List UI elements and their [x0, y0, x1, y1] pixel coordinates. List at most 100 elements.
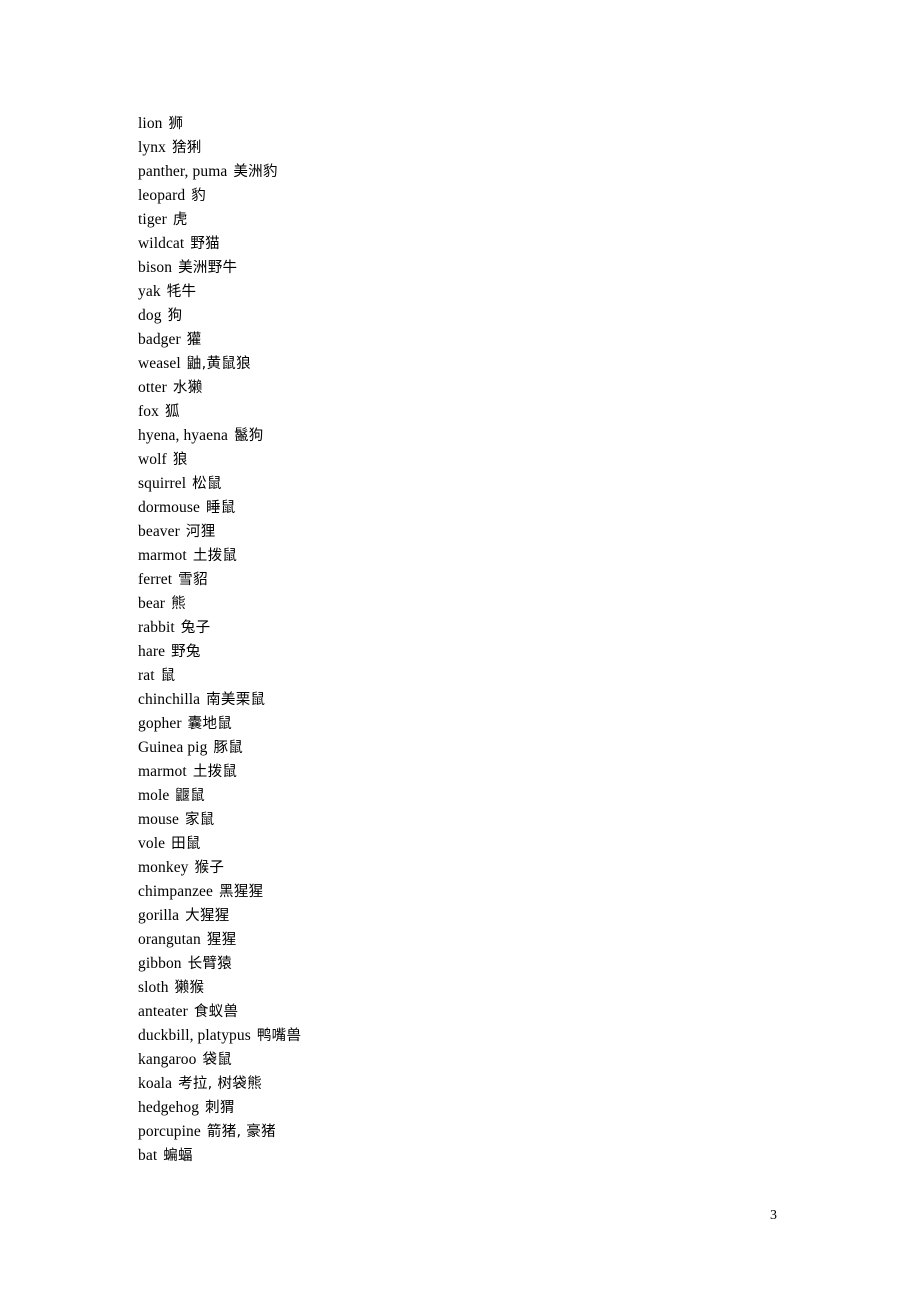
vocab-entry: squirrel 松鼠 — [138, 472, 778, 496]
vocab-entry: rabbit 兔子 — [138, 616, 778, 640]
vocab-gloss: 牦牛 — [166, 284, 197, 300]
vocab-entry: gorilla 大猩猩 — [138, 904, 778, 928]
vocab-term: leopard — [138, 187, 186, 204]
vocab-term: yak — [138, 283, 161, 300]
vocab-term: bison — [138, 259, 173, 276]
vocab-term: hyena, hyaena — [138, 427, 228, 444]
vocab-entry: kangaroo 袋鼠 — [138, 1048, 778, 1072]
vocab-entry: gopher 囊地鼠 — [138, 712, 778, 736]
vocab-gloss: 虎 — [172, 212, 188, 228]
vocab-entry: badger 獾 — [138, 328, 778, 352]
vocab-gloss: 獭猴 — [174, 980, 205, 996]
vocab-gloss: 狗 — [167, 308, 183, 324]
vocab-term: hedgehog — [138, 1099, 200, 1116]
vocab-entry: anteater 食蚁兽 — [138, 1000, 778, 1024]
vocab-gloss: 美洲野牛 — [178, 260, 238, 276]
vocab-gloss: 狼 — [172, 452, 188, 468]
vocab-gloss: 猩猩 — [206, 932, 237, 948]
vocab-entry: lynx 猞猁 — [138, 136, 778, 160]
vocab-term: bat — [138, 1147, 158, 1164]
vocab-term: gopher — [138, 715, 182, 732]
vocab-entry: hare 野兔 — [138, 640, 778, 664]
vocab-term: dog — [138, 307, 162, 324]
vocab-entry: hyena, hyaena 鬣狗 — [138, 424, 778, 448]
vocabulary-list: lion 狮 lynx 猞猁 panther, puma 美洲豹 leopard 豹 tiger… — [138, 112, 778, 1168]
vocab-term: gorilla — [138, 907, 180, 924]
vocab-gloss: 大猩猩 — [185, 908, 230, 924]
vocab-entry: dormouse 睡鼠 — [138, 496, 778, 520]
vocab-gloss: 鸭嘴兽 — [256, 1028, 302, 1044]
vocab-term: badger — [138, 331, 181, 348]
vocab-term: gibbon — [138, 955, 182, 972]
vocab-gloss: 豹 — [191, 188, 206, 204]
vocab-entry: Guinea pig 豚鼠 — [138, 736, 778, 760]
vocab-term: bear — [138, 595, 166, 612]
vocab-term: hare — [138, 643, 166, 660]
vocab-term: fox — [138, 403, 159, 420]
vocab-gloss: 家鼠 — [184, 812, 215, 828]
vocab-entry: marmot 土拨鼠 — [138, 544, 778, 568]
vocab-gloss: 长臂猿 — [187, 956, 233, 972]
vocab-entry: vole 田鼠 — [138, 832, 778, 856]
vocab-term: rabbit — [138, 619, 175, 636]
vocab-entry: hedgehog 刺猬 — [138, 1096, 778, 1120]
vocab-gloss: 鬣狗 — [233, 428, 264, 444]
vocab-entry: rat 鼠 — [138, 664, 778, 688]
vocab-term: wolf — [138, 451, 167, 468]
vocab-gloss: 松鼠 — [192, 476, 222, 492]
vocab-term: duckbill, platypus — [138, 1027, 251, 1044]
vocab-term: mouse — [138, 811, 179, 828]
vocab-term: sloth — [138, 979, 169, 996]
vocab-entry: yak 牦牛 — [138, 280, 778, 304]
vocab-entry: monkey 猴子 — [138, 856, 778, 880]
vocab-gloss: 土拨鼠 — [192, 548, 238, 564]
vocab-term: porcupine — [138, 1123, 201, 1140]
vocab-term: wildcat — [138, 235, 185, 252]
vocab-gloss: 野兔 — [171, 644, 201, 660]
page-number: 3 — [770, 1208, 777, 1223]
vocab-entry: beaver 河狸 — [138, 520, 778, 544]
vocab-entry: chinchilla 南美栗鼠 — [138, 688, 778, 712]
vocab-entry: ferret 雪貂 — [138, 568, 778, 592]
vocab-gloss: 田鼠 — [171, 836, 201, 852]
vocab-entry: leopard 豹 — [138, 184, 778, 208]
vocab-gloss: 猴子 — [194, 860, 225, 876]
vocab-gloss: 豚鼠 — [213, 740, 244, 756]
vocab-term: squirrel — [138, 475, 187, 492]
vocab-gloss: 水獭 — [172, 380, 203, 396]
vocab-entry: chimpanzee 黑猩猩 — [138, 880, 778, 904]
vocab-entry: fox 狐 — [138, 400, 778, 424]
vocab-term: rat — [138, 667, 155, 684]
vocab-entry: mouse 家鼠 — [138, 808, 778, 832]
vocab-gloss: 兔子 — [180, 620, 211, 636]
vocab-gloss: 南美栗鼠 — [206, 692, 266, 708]
vocab-entry: lion 狮 — [138, 112, 778, 136]
vocab-term: panther, puma — [138, 163, 228, 180]
vocab-entry: duckbill, platypus 鸭嘴兽 — [138, 1024, 778, 1048]
vocab-gloss: 狮 — [168, 116, 184, 132]
vocab-gloss: 狐 — [164, 404, 180, 420]
vocab-entry: bat 蝙蝠 — [138, 1144, 778, 1168]
vocab-gloss: 鼠 — [160, 668, 176, 684]
vocab-term: Guinea pig — [138, 739, 208, 756]
vocab-term: kangaroo — [138, 1051, 197, 1068]
vocab-term: orangutan — [138, 931, 201, 948]
vocab-entry: sloth 獭猴 — [138, 976, 778, 1000]
vocab-term: dormouse — [138, 499, 200, 516]
vocab-term: marmot — [138, 763, 187, 780]
vocab-term: ferret — [138, 571, 173, 588]
vocab-entry: koala 考拉, 树袋熊 — [138, 1072, 778, 1096]
vocab-gloss: 獾 — [186, 332, 202, 348]
vocab-gloss: 睡鼠 — [205, 500, 236, 516]
vocab-gloss: 野猫 — [190, 236, 220, 252]
vocab-entry: wolf 狼 — [138, 448, 778, 472]
vocab-term: koala — [138, 1075, 173, 1092]
vocab-term: weasel — [138, 355, 181, 372]
vocab-gloss: 熊 — [171, 596, 186, 612]
vocab-entry: wildcat 野猫 — [138, 232, 778, 256]
vocab-entry: otter 水獭 — [138, 376, 778, 400]
vocab-gloss: 土拨鼠 — [192, 764, 238, 780]
vocab-term: otter — [138, 379, 167, 396]
vocab-entry: bear 熊 — [138, 592, 778, 616]
vocab-gloss: 箭猪, 豪猪 — [206, 1124, 276, 1140]
